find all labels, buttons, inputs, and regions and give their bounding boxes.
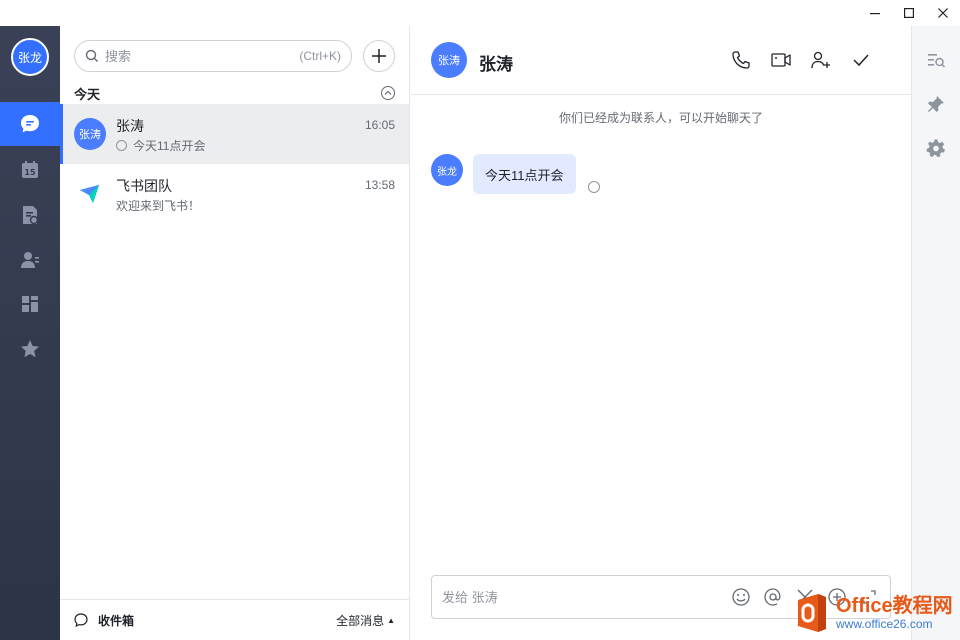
at-icon	[764, 588, 781, 606]
conversation-preview: 欢迎来到飞书！	[116, 197, 200, 214]
docs-icon	[23, 206, 39, 225]
feishu-logo-icon	[74, 178, 106, 210]
voice-call-button[interactable]	[729, 48, 753, 72]
conversation-item[interactable]: 飞书团队 13:58 欢迎来到飞书！	[60, 164, 409, 224]
add-user-icon	[811, 51, 830, 69]
section-header-today: 今天	[74, 84, 396, 102]
system-message: 你们已经成为联系人，可以开始聊天了	[558, 111, 763, 125]
message-bubble[interactable]: 今天11点开会	[473, 154, 576, 194]
chat-header: 张涛 张涛	[411, 26, 911, 95]
title-bar	[0, 0, 960, 26]
add-member-button[interactable]	[809, 48, 833, 72]
conversation-time: 13:58	[364, 178, 395, 192]
left-nav: 张龙 15	[0, 0, 60, 640]
minimize-button[interactable]	[858, 0, 892, 26]
pin-icon	[928, 96, 944, 112]
nav-item-contacts[interactable]	[0, 238, 60, 282]
chat-title[interactable]: 张涛	[479, 50, 513, 75]
chat-panel: 张涛 张涛 你们已经成为联系人，可以开始聊天了 张龙 今天11点开会 发给 张涛	[411, 26, 911, 640]
conversation-name: 张涛	[116, 118, 144, 134]
unread-status-icon	[116, 140, 127, 151]
calendar-badge: 15	[24, 168, 36, 177]
watermark-title: Office教程网	[836, 595, 953, 617]
minimize-icon	[870, 13, 880, 15]
message-avatar[interactable]: 张龙	[431, 154, 463, 186]
maximize-button[interactable]	[892, 0, 926, 26]
calendar-icon: 15	[22, 161, 38, 178]
video-call-button[interactable]	[769, 48, 793, 72]
mention-button[interactable]	[762, 586, 784, 608]
nav-item-workplace[interactable]	[0, 282, 60, 326]
search-history-icon	[928, 54, 946, 68]
gear-icon	[926, 139, 945, 157]
message-filter-dropdown[interactable]: 全部消息 ▲	[336, 612, 395, 629]
nav-item-favorites[interactable]	[0, 327, 60, 371]
inbox-label: 收件箱	[98, 613, 135, 628]
conversation-name: 飞书团队	[116, 178, 172, 194]
conversation-preview-text: 欢迎来到飞书！	[116, 199, 201, 213]
done-button[interactable]	[849, 48, 873, 72]
watermark: Office教程网 www.office26.com	[794, 586, 960, 640]
conversation-list-panel: (Ctrl+K) 今天 张涛 张涛 16:05 今天11点开会 飞书团队	[60, 26, 410, 640]
list-footer: 收件箱 全部消息 ▲	[60, 599, 409, 640]
right-toolbar	[911, 26, 960, 640]
inbox-button[interactable]: 收件箱	[74, 612, 134, 629]
emoji-icon	[732, 588, 750, 606]
close-icon	[938, 8, 948, 18]
close-button[interactable]	[926, 0, 960, 26]
office-logo-icon	[794, 592, 830, 634]
caret-up-icon: ▲	[387, 615, 395, 625]
filter-label: 全部消息	[336, 613, 385, 628]
search-input[interactable]	[105, 48, 300, 64]
section-title: 今天	[74, 86, 101, 102]
conversation-avatar: 张涛	[74, 118, 106, 150]
add-button[interactable]	[363, 40, 395, 72]
nav-item-docs[interactable]	[0, 193, 60, 237]
collapse-icon[interactable]	[380, 85, 396, 101]
emoji-button[interactable]	[730, 586, 752, 608]
phone-icon	[732, 51, 750, 69]
conversation-time: 16:05	[364, 118, 395, 132]
chat-icon	[21, 115, 39, 133]
conversation-item[interactable]: 张涛 张涛 16:05 今天11点开会	[60, 104, 409, 164]
chat-header-avatar[interactable]: 张涛	[431, 42, 467, 78]
check-icon	[853, 54, 869, 67]
search-history-button[interactable]	[924, 48, 948, 72]
contacts-icon	[21, 252, 39, 268]
conversation-preview-text: 今天11点开会	[133, 139, 206, 153]
favorites-icon	[21, 340, 39, 358]
inbox-icon	[74, 613, 88, 627]
search-box[interactable]: (Ctrl+K)	[74, 40, 352, 72]
plus-icon	[372, 49, 386, 63]
watermark-url: www.office26.com	[836, 617, 933, 631]
message-input[interactable]	[442, 589, 720, 605]
conversation-preview: 今天11点开会	[116, 137, 205, 154]
user-avatar[interactable]: 张龙	[11, 38, 49, 76]
search-icon	[85, 49, 98, 62]
nav-item-messages[interactable]	[0, 102, 60, 146]
search-shortcut: (Ctrl+K)	[299, 49, 341, 63]
maximize-icon	[904, 8, 914, 18]
settings-button[interactable]	[924, 136, 948, 160]
video-icon	[771, 53, 791, 67]
pin-button[interactable]	[924, 92, 948, 116]
message-read-status-icon	[588, 181, 600, 193]
workplace-icon	[22, 296, 38, 312]
nav-item-calendar[interactable]: 15	[0, 148, 60, 192]
